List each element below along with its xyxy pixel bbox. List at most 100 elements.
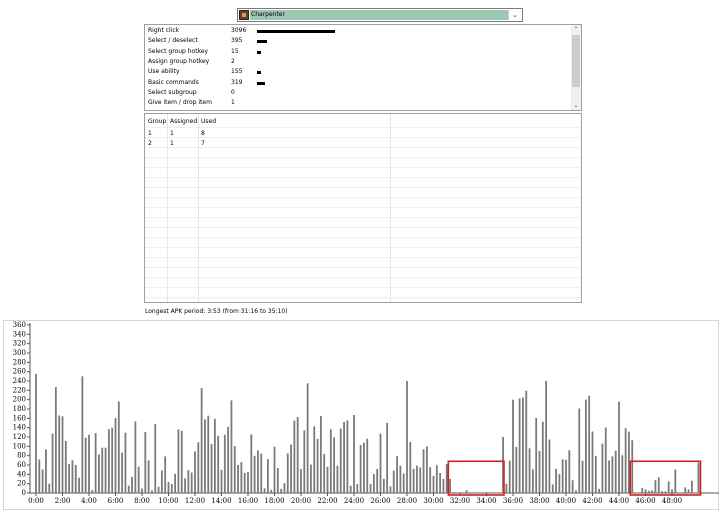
command-count: 1 <box>231 99 235 107</box>
apm-bar <box>343 421 345 493</box>
apm-bar <box>107 429 110 493</box>
apm-bar <box>442 478 445 493</box>
command-row[interactable]: Basic commands 319 <box>148 78 568 88</box>
group-cell: 1 <box>148 130 152 137</box>
command-row[interactable]: Assign group hotkey 2 <box>148 57 568 67</box>
apm-bar <box>78 477 80 493</box>
apm-bar <box>144 432 147 493</box>
y-tick-label: 200 <box>13 396 26 404</box>
apm-bar <box>690 480 693 493</box>
apm-bar <box>68 463 71 493</box>
apm-bar <box>45 449 47 493</box>
scroll-thumb[interactable] <box>572 35 580 87</box>
x-tick-label: 42:00 <box>582 497 602 505</box>
command-name: Right click <box>148 27 180 34</box>
apm-bar <box>409 442 412 493</box>
apm-bar <box>356 484 359 493</box>
command-count: 319 <box>231 78 243 86</box>
command-count: 2 <box>231 57 235 65</box>
chevron-down-icon[interactable]: ⌄ <box>508 10 521 20</box>
group-header-assigned: Assigned <box>170 118 198 125</box>
x-tick-label: 32:00 <box>450 497 470 505</box>
y-tick-label: 300 <box>13 349 26 357</box>
command-name: Basic commands <box>148 78 199 86</box>
apm-bar <box>290 444 292 493</box>
apm-bar <box>306 383 309 493</box>
command-row[interactable]: Give item / drop item 1 <box>148 98 568 108</box>
table-row-line <box>145 187 581 188</box>
apm-bar <box>147 460 150 493</box>
apm-bar <box>366 438 369 493</box>
y-tick-label: 280 <box>13 358 26 366</box>
group-header-used: Used <box>201 118 217 125</box>
apm-bar <box>194 451 196 493</box>
apm-bar <box>561 459 564 493</box>
command-stats-list[interactable]: Right click 3096 Select / deselect 395 Selec… <box>144 24 582 111</box>
command-row[interactable]: Select subgroup 0 <box>148 88 568 98</box>
apm-bar <box>210 444 213 493</box>
apm-bar <box>515 446 518 493</box>
y-tick-label: 160 <box>13 414 26 422</box>
command-name: Select group hotkey <box>148 47 209 55</box>
command-row[interactable]: Select group hotkey 15 <box>148 47 568 57</box>
x-tick-label: 36:00 <box>503 497 523 505</box>
apm-bar <box>329 429 332 493</box>
apm-bar <box>151 490 153 493</box>
apm-bar <box>551 484 554 493</box>
apm-bar <box>674 469 677 493</box>
apm-bar <box>94 433 97 493</box>
apm-bar <box>300 469 302 493</box>
apm-bar <box>422 449 425 493</box>
command-count: 15 <box>231 47 239 55</box>
apm-bar <box>243 473 246 493</box>
y-tick-label: 340 <box>13 330 26 338</box>
apm-bar <box>565 459 567 493</box>
apm-bar <box>313 426 316 493</box>
table-row-line <box>145 207 581 208</box>
scroll-down-icon[interactable]: ⌄ <box>571 101 581 110</box>
command-row[interactable]: Right click 3096 <box>148 26 568 36</box>
command-list-scrollbar[interactable]: ⌃ ⌄ <box>571 25 581 110</box>
y-tick-label: 240 <box>13 377 26 385</box>
apm-bar <box>379 433 382 493</box>
apm-bar <box>41 469 44 493</box>
group-header-group: Group <box>148 118 167 125</box>
apm-bar <box>61 416 64 493</box>
apm-bar <box>555 468 557 493</box>
apm-bar <box>71 460 74 493</box>
apm-bar <box>535 417 538 493</box>
group-cell: 2 <box>148 140 152 147</box>
group-cell: 7 <box>201 140 205 147</box>
table-row-line <box>145 237 581 238</box>
apm-bar <box>247 472 249 493</box>
apm-bar <box>392 470 395 493</box>
apm-bar <box>190 472 193 493</box>
apm-bar <box>505 483 508 493</box>
apm-bar <box>283 483 286 493</box>
apm-bar <box>237 464 239 493</box>
player-dropdown[interactable]: Charpenter ⌄ <box>237 8 523 22</box>
apm-bar <box>121 452 124 493</box>
apm-bar <box>303 430 306 493</box>
y-tick-label: 140 <box>13 424 26 432</box>
command-row[interactable]: Use ability 155 <box>148 67 568 77</box>
apm-bar <box>81 376 84 493</box>
x-tick-label: 38:00 <box>529 497 549 505</box>
apm-bar <box>664 491 667 493</box>
apm-bar <box>117 401 120 493</box>
x-tick-label: 26:00 <box>370 497 390 505</box>
apm-bar <box>127 485 130 493</box>
table-row-line <box>145 167 581 168</box>
command-row[interactable]: Select / deselect 395 <box>148 36 568 46</box>
y-tick-label: 0 <box>22 489 26 497</box>
player-portrait-icon <box>239 10 249 20</box>
apm-bar <box>54 387 57 493</box>
x-tick-label: 20:00 <box>291 497 311 505</box>
command-count: 155 <box>231 68 243 76</box>
scroll-up-icon[interactable]: ⌃ <box>571 25 581 34</box>
command-count-bar <box>257 50 261 54</box>
control-group-table: Group Assigned Used 1 1 8 2 1 7 <box>144 113 582 303</box>
apm-bar <box>204 419 206 493</box>
apm-bar <box>548 439 551 493</box>
apm-bar <box>399 465 402 493</box>
